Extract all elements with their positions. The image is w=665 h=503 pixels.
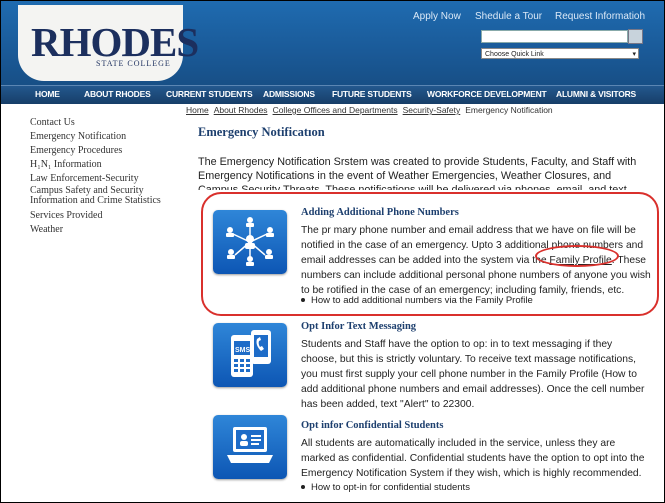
sidebar-item-services-provided[interactable]: Services Provided	[30, 209, 180, 222]
sidebar-item-emergency-notification[interactable]: Emergency Notification	[30, 130, 180, 143]
sidebar: Contact Us Emergency Notification Emerge…	[30, 116, 180, 237]
sidebar-item-weather[interactable]: Weather	[30, 223, 180, 236]
quick-link-select[interactable]: Choose Quick Link ▾	[481, 48, 639, 59]
breadcrumb-security-safety[interactable]: Security-Safety	[403, 105, 461, 115]
page-title: Emergency Notificatıon	[198, 125, 325, 139]
nav-alumni-visitors[interactable]: ALUMNI & VISITORS	[556, 89, 636, 99]
logo-text: RHODES	[31, 19, 199, 65]
nav-home[interactable]: HOME	[35, 89, 60, 99]
bullet-confidential-students[interactable]: How to opt-in for confidential students	[301, 482, 470, 493]
breadcrumb-current: Emergency Notification	[465, 105, 553, 115]
svg-text:SMS: SMS	[235, 347, 251, 354]
quick-link-value: Choose Quick Link	[485, 51, 544, 58]
logo-subtitle: STATE COLLEGE	[96, 59, 171, 68]
search-button[interactable]	[628, 29, 643, 44]
nav-future-students[interactable]: FUTURE STUDENTS	[332, 89, 412, 99]
site-header: RHODES STATE COLLEGE Apply Now Shedule a…	[1, 1, 664, 85]
sidebar-item-contact-us[interactable]: Contact Us	[30, 116, 180, 129]
breadcrumb-about-rhodes[interactable]: About Rhodes	[214, 105, 268, 115]
page: RHODES STATE COLLEGE Apply Now Shedule a…	[0, 0, 665, 503]
nav-about-rhodes[interactable]: ABOUT RHODES	[84, 89, 151, 99]
search-input[interactable]	[481, 30, 628, 43]
top-links: Apply Now Shedule a Tour Request Informa…	[1, 11, 664, 25]
block-title-confidential-students: Opt infor Confidential Students	[301, 420, 444, 431]
sidebar-item-campus-safety[interactable]: Campus Safety and Security Information a…	[30, 186, 180, 206]
family-profile-highlight-circle	[535, 245, 619, 267]
sms-phone-icon: SMS	[213, 323, 287, 387]
apply-now-link[interactable]: Apply Now	[413, 11, 461, 22]
bullet-confidential-students-text: How to opt-in for confidential students	[311, 482, 470, 493]
block-text-text-messaging: Students and Staff have the option to op…	[301, 339, 645, 410]
request-information-link[interactable]: Request Informatioh	[555, 11, 645, 22]
chevron-down-icon: ▾	[632, 51, 636, 58]
main-nav: HOME ABOUT RHODES CURRENT STUDENTS ADMIS…	[1, 85, 664, 104]
sidebar-item-h1n1-information[interactable]: H₁N₁ Information	[30, 158, 180, 171]
breadcrumb: Home About Rhodes College Offices and Depa…	[186, 105, 553, 115]
sidebar-item-law-enforcement[interactable]: Law Enforcement-Security	[30, 172, 180, 185]
laptop-profile-icon	[213, 415, 287, 479]
bullet-icon	[301, 484, 305, 489]
schedule-tour-link[interactable]: Shedule a Tour	[475, 11, 542, 22]
nav-workforce-development[interactable]: WORKFORCE DEVELOPMENT	[427, 89, 547, 99]
block-title-text-messaging: Opt Infor Text Messaging	[301, 321, 417, 332]
block-text-confidential-students: All students are automatically included …	[301, 438, 645, 479]
nav-current-students[interactable]: CURRENT STUDENTS	[166, 89, 253, 99]
intro-paragraph: The Emergency Notification Srstem was cr…	[198, 156, 637, 190]
sidebar-item-emergency-procedures[interactable]: Emergency Procedures	[30, 144, 180, 157]
breadcrumb-college-offices[interactable]: College Offices and Departments	[273, 105, 398, 115]
nav-admissions[interactable]: ADMISSIONS	[263, 89, 315, 99]
breadcrumb-home[interactable]: Home	[186, 105, 209, 115]
